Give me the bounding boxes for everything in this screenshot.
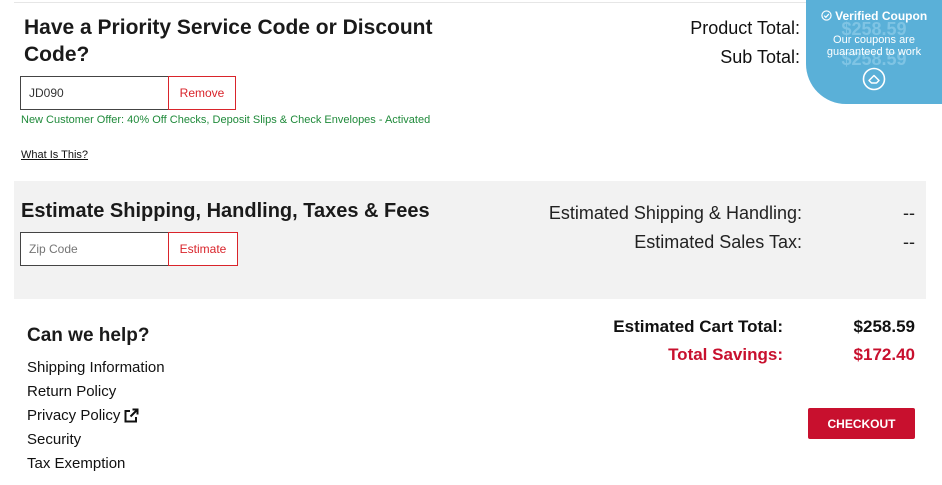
zip-code-input[interactable] [20, 232, 168, 266]
help-links: Shipping Information Return Policy Priva… [27, 356, 165, 476]
tax-exemption-link[interactable]: Tax Exemption [27, 452, 165, 476]
remove-code-button[interactable]: Remove [168, 76, 236, 110]
checkout-button[interactable]: CHECKOUT [808, 408, 915, 439]
verified-coupon-badge[interactable]: $258.59 $258.59 Verified Coupon Our coup… [806, 0, 942, 104]
check-circle-icon [821, 10, 832, 21]
return-policy-link-text[interactable]: Return Policy [27, 380, 116, 404]
tax-exemption-link-text[interactable]: Tax Exemption [27, 452, 125, 476]
sales-tax-value: -- [903, 232, 915, 252]
return-policy-link[interactable]: Return Policy [27, 380, 165, 404]
what-is-this-link[interactable]: What Is This? [21, 149, 88, 161]
privacy-policy-link-text[interactable]: Privacy Policy [27, 404, 120, 428]
security-link[interactable]: Security [27, 428, 165, 452]
external-link-icon [124, 408, 139, 423]
badge-title-text: Verified Coupon [835, 9, 928, 23]
security-link-text[interactable]: Security [27, 428, 81, 452]
product-total-label: Product Total: [690, 18, 800, 38]
promo-code-heading: Have a Priority Service Code or Discount… [24, 16, 433, 66]
estimate-button[interactable]: Estimate [168, 232, 238, 266]
total-savings-value: $172.40 [853, 345, 915, 364]
shipping-handling-label: Estimated Shipping & Handling: [548, 203, 802, 223]
sub-total-label: Sub Total: [720, 47, 800, 67]
coupon-logo-icon [862, 67, 886, 91]
privacy-policy-link[interactable]: Privacy Policy [27, 404, 165, 428]
estimated-cart-total-label: Estimated Cart Total: [613, 317, 783, 336]
estimated-cart-total-value: $258.59 [853, 317, 915, 336]
shipping-estimate-heading: Estimate Shipping, Handling, Taxes & Fee… [21, 200, 430, 222]
shipping-handling-value: -- [903, 203, 915, 223]
offer-activated-message: New Customer Offer: 40% Off Checks, Depo… [21, 114, 431, 126]
sales-tax-label: Estimated Sales Tax: [634, 232, 802, 252]
total-savings-label: Total Savings: [668, 345, 783, 364]
promo-code-form: Remove [20, 76, 236, 110]
zip-code-form: Estimate [20, 232, 238, 266]
promo-code-input[interactable] [20, 76, 168, 110]
shipping-information-link[interactable]: Shipping Information [27, 356, 165, 380]
badge-subtitle: Our coupons are guaranteed to work [826, 34, 922, 58]
shipping-information-link-text[interactable]: Shipping Information [27, 356, 165, 380]
badge-title: Verified Coupon [806, 9, 942, 23]
top-divider [14, 2, 926, 3]
help-heading: Can we help? [27, 325, 150, 346]
